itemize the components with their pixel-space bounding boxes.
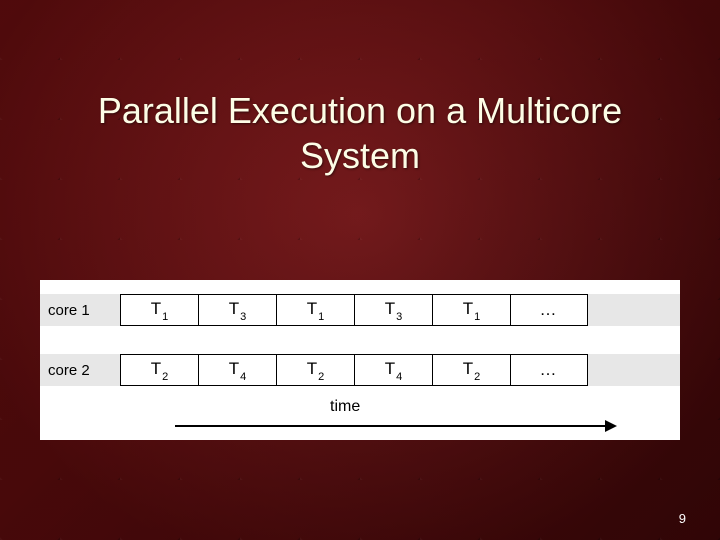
time-axis-label: time — [330, 398, 360, 416]
arrow-shaft — [175, 425, 607, 427]
core-2-cell: T4 — [198, 354, 276, 386]
core-2-cells: T2 T4 T2 T4 T2 … — [120, 354, 680, 386]
core-2-row: core 2 T2 T4 T2 T4 T2 … — [40, 354, 680, 386]
time-arrow-icon — [175, 420, 617, 432]
core-2-cell: T2 — [432, 354, 510, 386]
core-1-cell: T3 — [354, 294, 432, 326]
core-1-label: core 1 — [40, 294, 120, 326]
core-1-cell: T3 — [198, 294, 276, 326]
title-line-2: System — [300, 135, 420, 176]
core-1-row: core 1 T1 T3 T1 T3 T1 … — [40, 294, 680, 326]
slide: Parallel Execution on a Multicore System… — [0, 0, 720, 540]
title-line-1: Parallel Execution on a Multicore — [98, 90, 622, 131]
core-1-cell: T1 — [120, 294, 198, 326]
core-1-cell: T1 — [276, 294, 354, 326]
multicore-diagram: core 1 T1 T3 T1 T3 T1 … core 2 T2 T4 T2 … — [40, 280, 680, 440]
page-number: 9 — [679, 511, 686, 526]
core-1-cell-more: … — [510, 294, 588, 326]
core-2-label: core 2 — [40, 354, 120, 386]
core-2-cell: T4 — [354, 354, 432, 386]
core-2-cell: T2 — [276, 354, 354, 386]
core-1-cell: T1 — [432, 294, 510, 326]
core-2-cell: T2 — [120, 354, 198, 386]
core-2-cell-more: … — [510, 354, 588, 386]
core-1-cells: T1 T3 T1 T3 T1 … — [120, 294, 680, 326]
slide-title: Parallel Execution on a Multicore System — [0, 88, 720, 178]
arrow-head-icon — [605, 420, 617, 432]
